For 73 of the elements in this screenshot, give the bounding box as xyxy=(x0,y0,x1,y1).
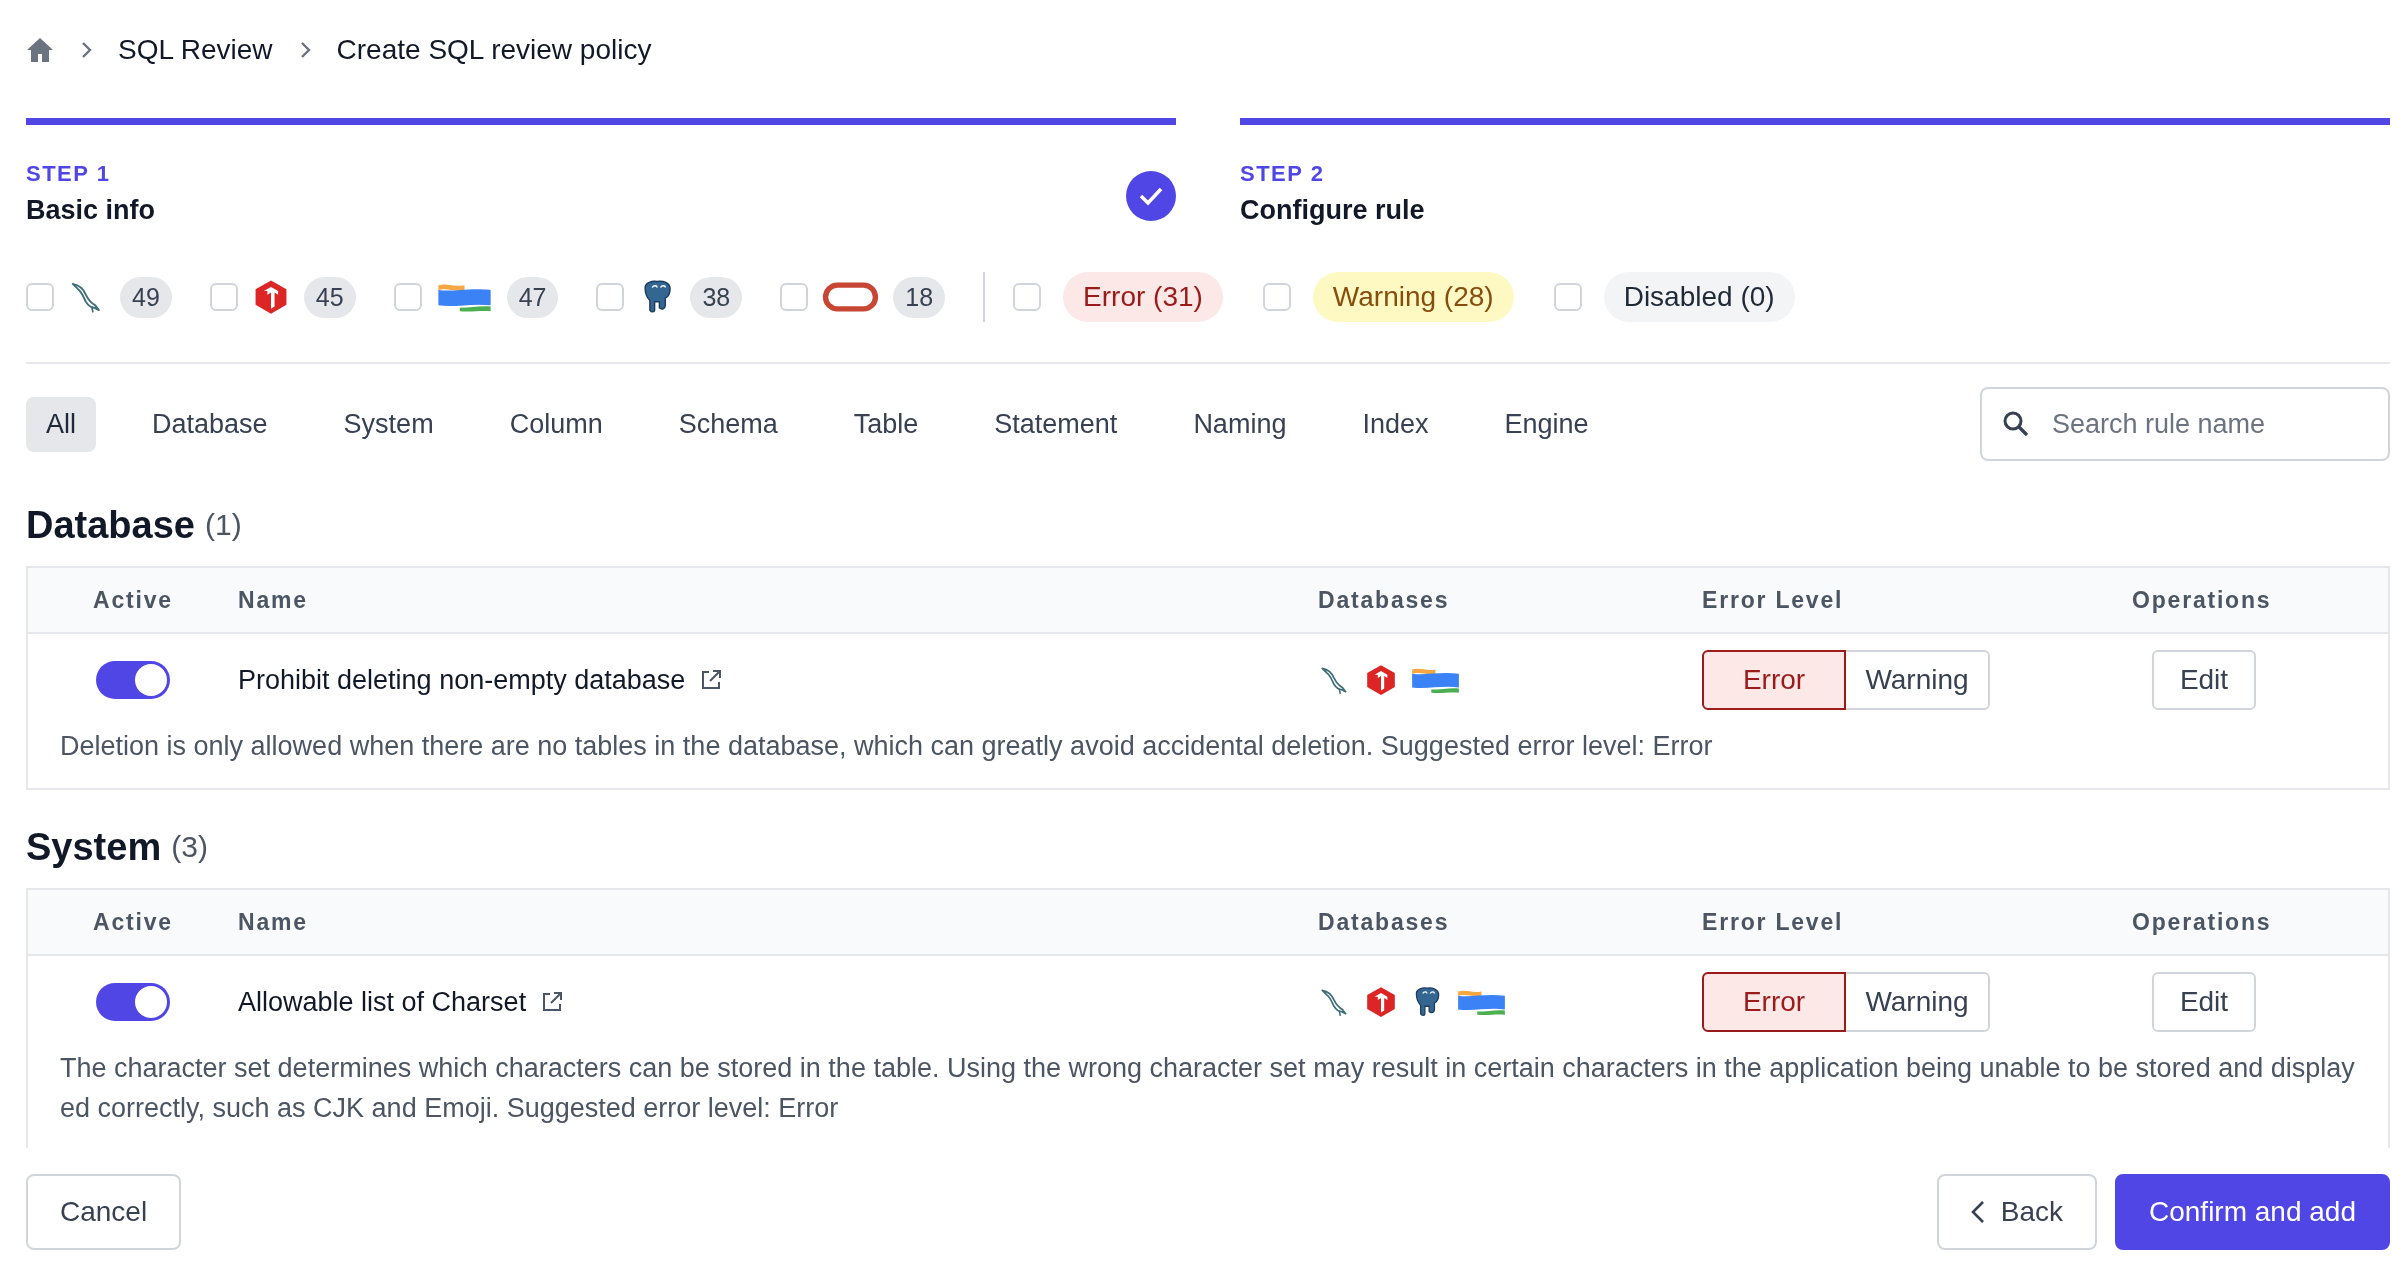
checkbox[interactable] xyxy=(393,283,422,311)
category-tab[interactable]: Table xyxy=(833,396,939,452)
level-option[interactable]: Warning xyxy=(1846,972,1990,1032)
search-icon xyxy=(2002,410,2030,438)
category-tab[interactable]: Engine xyxy=(1484,396,1609,452)
hexagon-icon xyxy=(1364,985,1398,1019)
count-badge: 18 xyxy=(893,276,946,318)
count-badge: 45 xyxy=(303,276,356,318)
chevron-icon xyxy=(80,41,92,59)
level-option[interactable]: Error xyxy=(1702,972,1846,1032)
column-header: Error Level xyxy=(1702,908,1845,936)
column-header: Operations xyxy=(2132,908,2273,936)
hexagon-icon xyxy=(1364,663,1398,697)
category-tab[interactable]: System xyxy=(323,396,454,452)
edit-button[interactable]: Edit xyxy=(2152,972,2256,1032)
column-header: Operations xyxy=(2132,586,2273,614)
count-badge: 47 xyxy=(506,276,559,318)
breadcrumb-item: Create SQL review policy xyxy=(336,34,652,66)
confirm-button[interactable]: Confirm and add xyxy=(2115,1174,2390,1250)
checkbox[interactable] xyxy=(26,283,54,311)
category-tab[interactable]: Naming xyxy=(1173,396,1307,452)
checkbox[interactable] xyxy=(780,283,809,311)
column-header: Active xyxy=(92,586,174,614)
rule-name: Prohibit deleting non-empty database xyxy=(238,664,686,696)
active-toggle[interactable] xyxy=(96,661,170,699)
rule-name: Allowable list of Charset xyxy=(238,986,527,1018)
level-tag: Disabled (0) xyxy=(1603,272,1795,322)
section-title: Database xyxy=(26,503,195,547)
checkbox[interactable] xyxy=(1262,283,1291,311)
category-tab[interactable]: Index xyxy=(1342,396,1449,452)
rule-description: The character set determines which characters can be stored in the table. Using the wrong character set may result in certain characters in the application being unable to be stored and displayed correctly, such as CJK and Emoji. Suggested error level: Error xyxy=(59,1052,2356,1125)
active-toggle[interactable] xyxy=(96,983,170,1021)
category-tab[interactable]: Column xyxy=(489,396,623,452)
cancel-button[interactable]: Cancel xyxy=(26,1174,182,1250)
checkbox[interactable] xyxy=(1013,283,1042,311)
section-count: (1) xyxy=(205,508,242,542)
category-tab[interactable]: Statement xyxy=(974,396,1138,452)
step-bar[interactable]: STEP 1 Basic info xyxy=(26,118,1176,226)
search-field[interactable]: Search rule name xyxy=(1980,387,2390,461)
checkbox[interactable] xyxy=(596,283,625,311)
step-title: Configure rule xyxy=(1240,195,1425,226)
chevron-icon xyxy=(298,41,311,59)
external-link-icon[interactable] xyxy=(540,990,565,1014)
count-badge: 49 xyxy=(120,276,172,318)
rule-description: Deletion is only allowed when there are no tables in the database, which can greatly avoid accidental deletion. Suggested error level: Error xyxy=(59,730,1714,763)
column-header: Name xyxy=(238,908,309,936)
category-tab[interactable]: Database xyxy=(132,396,288,452)
step-title: Basic info xyxy=(26,195,156,226)
category-tab[interactable]: Schema xyxy=(658,396,798,452)
column-header: Error Level xyxy=(1702,586,1845,614)
column-header: Active xyxy=(92,908,174,936)
count-badge: 38 xyxy=(690,276,743,318)
breadcrumb-item[interactable]: SQL Review xyxy=(118,34,273,66)
column-header: Databases xyxy=(1318,586,1451,614)
level-option[interactable]: Warning xyxy=(1846,650,1990,710)
home-icon[interactable] xyxy=(26,37,54,63)
step-label: STEP 1 xyxy=(26,161,112,187)
column-header: Name xyxy=(238,586,309,614)
column-header: Databases xyxy=(1318,908,1451,936)
back-button[interactable]: Back xyxy=(1936,1174,2097,1250)
level-tag: Error (31) xyxy=(1063,272,1223,322)
checkbox[interactable] xyxy=(1553,283,1582,311)
category-tab[interactable]: All xyxy=(26,396,96,452)
section-title: System xyxy=(26,825,162,869)
step-bar[interactable]: STEP 2 Configure rule xyxy=(1240,118,2390,226)
checkbox[interactable] xyxy=(209,283,238,311)
chevron-left-icon xyxy=(1970,1200,1985,1224)
external-link-icon[interactable] xyxy=(699,668,724,692)
edit-button[interactable]: Edit xyxy=(2152,650,2256,710)
step-label: STEP 2 xyxy=(1240,161,1326,187)
level-tag: Warning (28) xyxy=(1312,272,1514,322)
section-count: (3) xyxy=(171,830,208,864)
level-option[interactable]: Error xyxy=(1702,650,1846,710)
